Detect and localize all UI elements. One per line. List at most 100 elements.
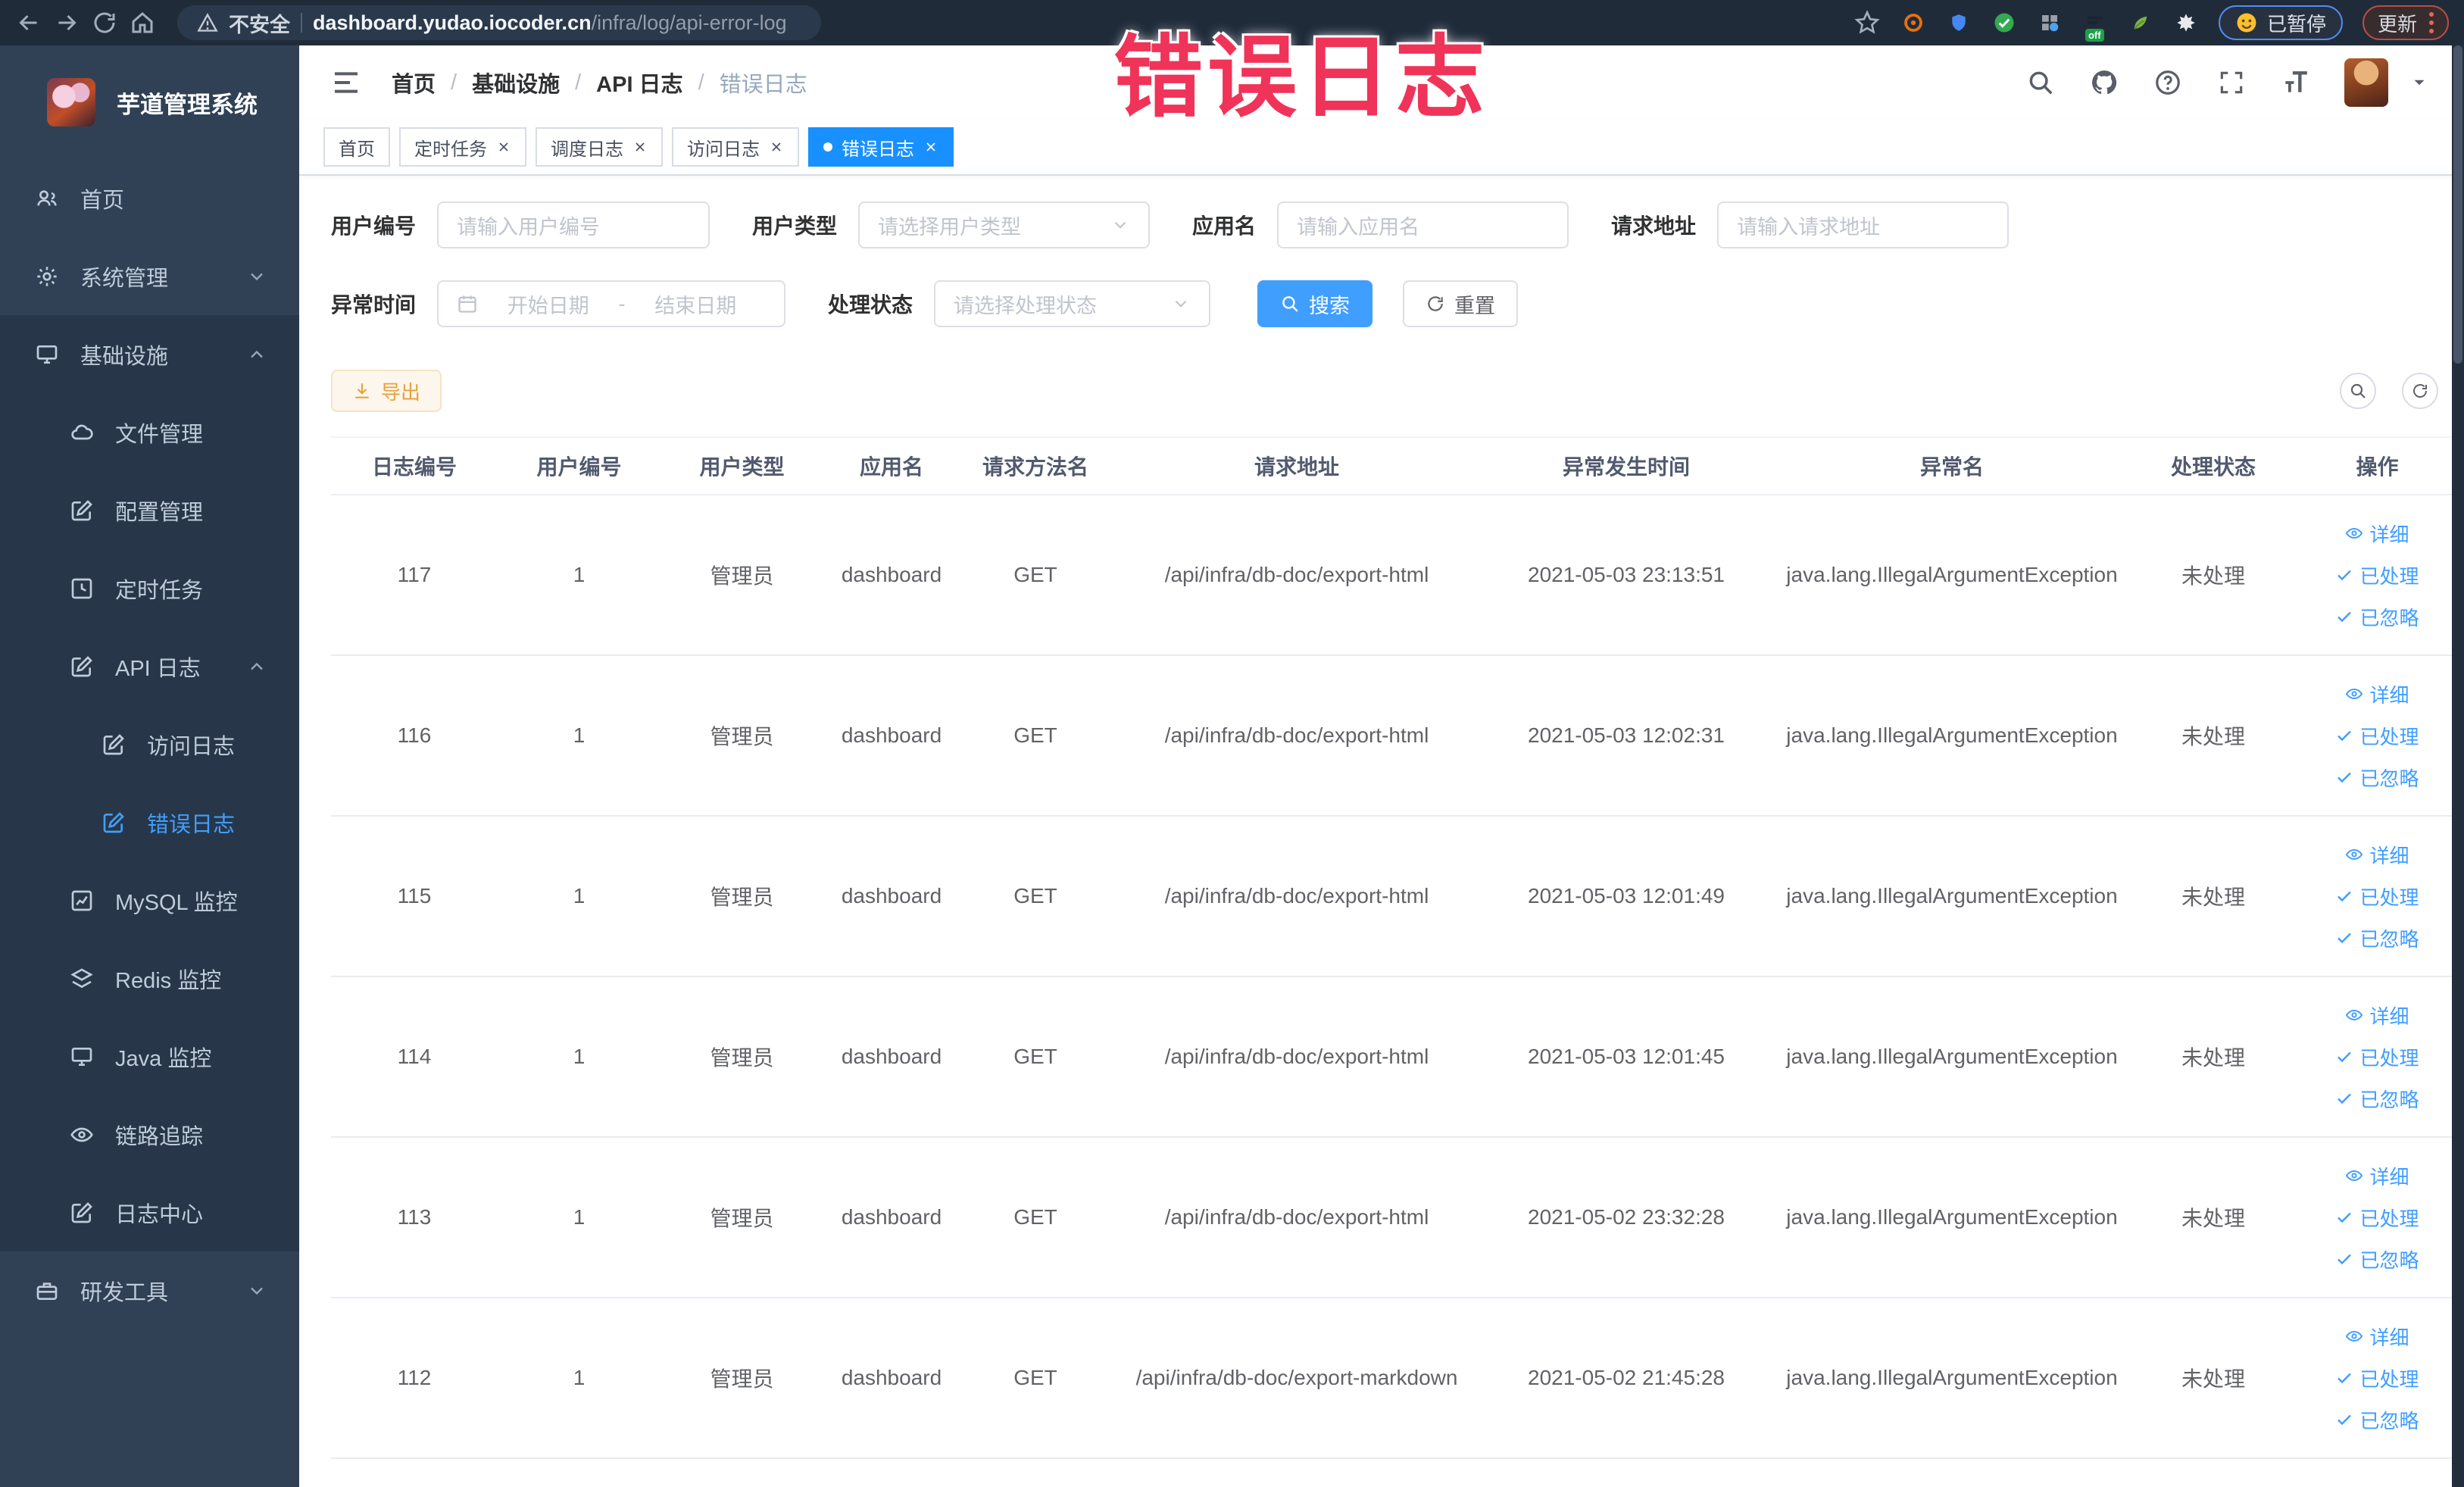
col-exception-time: 异常发生时间 [1482, 436, 1770, 495]
breadcrumb-item[interactable]: 首页 [392, 67, 436, 98]
extension-shield-icon[interactable] [1946, 10, 1972, 36]
detail-link[interactable]: 详细 [2345, 841, 2409, 869]
sidebar-item-trace[interactable]: 链路追踪 [0, 1095, 299, 1173]
processed-link[interactable]: 已处理 [2335, 883, 2419, 911]
sidebar-item-log-center[interactable]: 日志中心 [0, 1173, 299, 1251]
sidebar-item-java-monitor[interactable]: Java 监控 [0, 1017, 299, 1095]
cell-time: 2021-05-02 21:45:28 [1482, 1298, 1770, 1459]
forward-icon[interactable] [53, 9, 80, 36]
search-icon[interactable] [2026, 68, 2055, 97]
reload-icon[interactable] [91, 9, 118, 36]
filter-row-2: 异常时间 开始日期 - 结束日期 处理状态 请选择处理状态 搜索 重置 [331, 280, 2449, 327]
processed-link[interactable]: 已处理 [2335, 1043, 2419, 1071]
sidebar-item-dev-tools[interactable]: 研发工具 [0, 1251, 299, 1329]
processed-link[interactable]: 已处理 [2335, 1364, 2419, 1392]
sidebar-item-config-management[interactable]: 配置管理 [0, 471, 299, 549]
detail-link[interactable]: 详细 [2345, 680, 2409, 708]
sidebar-item-infrastructure[interactable]: 基础设施 [0, 315, 299, 393]
download-icon [352, 381, 372, 401]
tab-dispatch-log[interactable]: 调度日志 [536, 127, 663, 167]
log-center-icon [70, 1201, 94, 1225]
user-id-input[interactable]: 请输入用户编号 [437, 201, 710, 248]
refresh-icon [1426, 294, 1445, 314]
close-icon[interactable] [632, 139, 648, 155]
refresh-table-button[interactable] [2402, 373, 2438, 409]
sidebar-item-home[interactable]: 首页 [0, 159, 299, 237]
processed-link[interactable]: 已处理 [2335, 561, 2419, 589]
github-icon[interactable] [2090, 68, 2119, 97]
detail-link[interactable]: 详细 [2345, 1162, 2409, 1190]
help-icon[interactable] [2153, 68, 2182, 97]
ignored-link[interactable]: 已忽略 [2335, 603, 2419, 631]
close-icon[interactable] [923, 139, 938, 155]
ignored-link[interactable]: 已忽略 [2335, 764, 2419, 792]
avatar[interactable] [2344, 58, 2388, 107]
scrollbar-thumb[interactable] [2453, 45, 2462, 364]
sidebar-item-file-management[interactable]: 文件管理 [0, 393, 299, 471]
browser-update-button[interactable]: 更新 [2362, 5, 2449, 40]
breadcrumb-item[interactable]: API 日志 [596, 67, 682, 98]
sidebar-item-error-log[interactable]: 错误日志 [0, 783, 299, 861]
layers-icon [70, 967, 94, 991]
scrollbar[interactable] [2452, 45, 2464, 1487]
sidebar-item-access-log[interactable]: 访问日志 [0, 705, 299, 783]
placeholder: 请输入请求地址 [1737, 215, 1881, 239]
app-name-label: 应用名 [1192, 214, 1257, 238]
request-url-input[interactable]: 请输入请求地址 [1717, 201, 2010, 248]
close-icon[interactable] [769, 139, 784, 155]
ignored-link[interactable]: 已忽略 [2335, 1245, 2419, 1273]
cell-actions: 详细 已处理 已忽略 [2293, 1298, 2462, 1459]
tab-label: 访问日志 [687, 139, 760, 160]
detail-link[interactable]: 详细 [2345, 520, 2409, 548]
sidebar-item-system-management[interactable]: 系统管理 [0, 237, 299, 315]
cell-app_name: dashboard [823, 1137, 960, 1298]
ignored-link[interactable]: 已忽略 [2335, 1085, 2419, 1113]
sidebar-item-mysql-monitor[interactable]: MySQL 监控 [0, 861, 299, 939]
close-icon[interactable] [496, 139, 511, 155]
extension-leaf-icon[interactable] [2128, 10, 2153, 36]
browser-home-icon[interactable] [129, 9, 156, 36]
extensions-puzzle-icon[interactable] [2173, 10, 2199, 36]
extension-toggle-icon[interactable]: off [2082, 10, 2108, 42]
bookmark-star-icon[interactable] [1853, 9, 1881, 36]
ignored-link[interactable]: 已忽略 [2335, 1406, 2419, 1434]
tab-scheduled-tasks[interactable]: 定时任务 [399, 127, 526, 167]
processed-link[interactable]: 已处理 [2335, 1204, 2419, 1232]
eye-icon [2345, 845, 2363, 864]
sidebar-item-scheduled-tasks[interactable]: 定时任务 [0, 549, 299, 627]
reset-button[interactable]: 重置 [1403, 280, 1519, 327]
font-size-icon[interactable] [2281, 68, 2309, 97]
export-button[interactable]: 导出 [331, 370, 442, 412]
exception-time-range-picker[interactable]: 开始日期 - 结束日期 [437, 280, 786, 327]
extension-target-icon[interactable] [1900, 10, 1926, 36]
user-type-select[interactable]: 请选择用户类型 [858, 201, 1151, 248]
detail-link[interactable]: 详细 [2345, 1323, 2409, 1351]
cell-app_name: dashboard [823, 1298, 960, 1459]
sidebar-item-redis-monitor[interactable]: Redis 监控 [0, 939, 299, 1017]
sidebar-logo[interactable]: 芋道管理系统 [0, 45, 299, 159]
hamburger-icon[interactable] [331, 67, 361, 98]
processed-link[interactable]: 已处理 [2335, 722, 2419, 750]
ignored-link[interactable]: 已忽略 [2335, 924, 2419, 952]
paused-profile-button[interactable]: 已暂停 [2218, 5, 2343, 40]
user-menu-caret-icon[interactable] [2409, 73, 2429, 92]
cell-user_type: 管理员 [661, 816, 823, 977]
cell-exception: java.lang.IllegalArgumentException [1770, 655, 2134, 817]
tab-error-log[interactable]: 错误日志 [808, 127, 954, 167]
fullscreen-icon[interactable] [2217, 68, 2246, 97]
extension-check-icon[interactable] [1991, 10, 2017, 36]
breadcrumb-item[interactable]: 基础设施 [472, 67, 560, 98]
back-icon[interactable] [15, 9, 42, 36]
app-name-input[interactable]: 请输入应用名 [1277, 201, 1569, 248]
address-bar[interactable]: 不安全 dashboard.yudao.iocoder.cn/infra/log… [177, 5, 821, 40]
table-row: 117 1 管理员 dashboard GET/api/infra/db-doc/exp… [331, 495, 2462, 656]
tab-access-log[interactable]: 访问日志 [672, 127, 799, 167]
tab-home[interactable]: 首页 [323, 127, 390, 167]
detail-link[interactable]: 详细 [2345, 1001, 2409, 1029]
sidebar-item-api-log[interactable]: API 日志 [0, 627, 299, 705]
extension-grid-icon[interactable] [2037, 10, 2063, 36]
url-path: /infra/log/api-error-log [591, 11, 787, 34]
search-button[interactable]: 搜索 [1257, 280, 1373, 327]
hide-search-button[interactable] [2340, 373, 2376, 409]
process-status-select[interactable]: 请选择处理状态 [934, 280, 1211, 327]
